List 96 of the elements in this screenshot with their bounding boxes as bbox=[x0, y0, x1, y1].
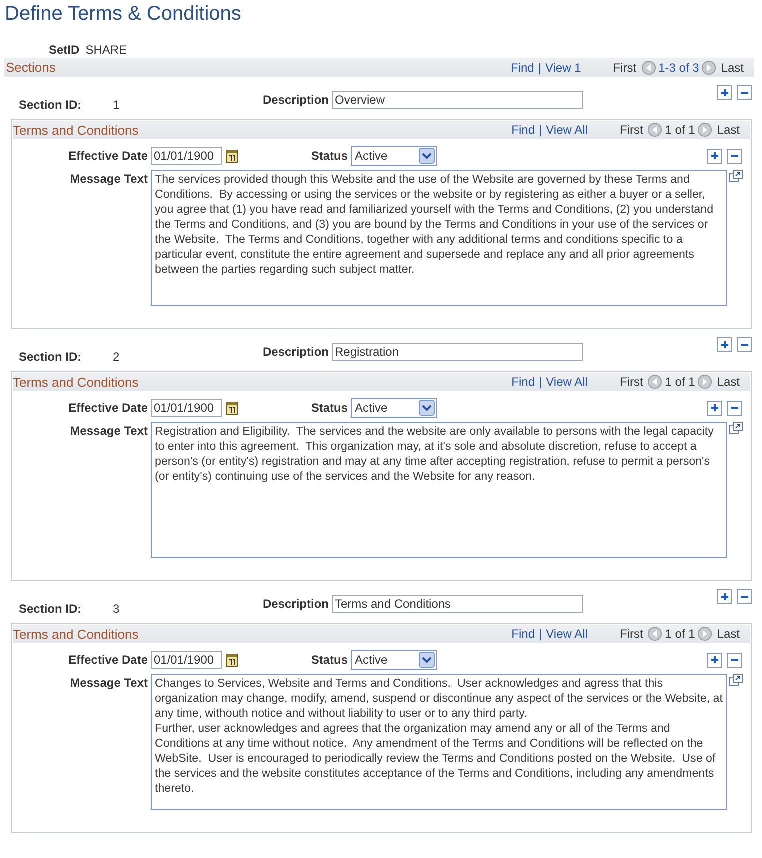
message-text-label: Message Text bbox=[69, 423, 148, 438]
setid-value: SHARE bbox=[86, 43, 128, 57]
message-text-field[interactable]: The services provided though this Website and the use of the Website are governed by these Terms and Conditions. By accessing or using the services or the website or by registering as either a buyer or a seller, you agree that (1) you have read and familiarized yourself with the Terms and Conditions, (2) you understand the Terms and Conditions, and (3) you are bound by the Terms and Conditions in your use of the services or the Website. The Terms and Conditions, together with any additional terms and conditions specific to a particular event, constitute the entire agreement and supersede and replace any and all prior agreements between the parties regarding such subject matter. bbox=[151, 170, 727, 306]
delete-row-button[interactable] bbox=[737, 337, 752, 352]
next-icon[interactable] bbox=[698, 627, 712, 641]
status-label: Status bbox=[310, 149, 348, 163]
message-text-field[interactable]: Registration and Eligibility. The services and the website are only available to persons with the legal capacity to enter into this agreement. This organization may, at it's sole and absolute discretion, refuse to accept a person's (or entity's) registration and may at any time after accepting registration, refuse to permit a person's (or entity's) continuing use of the services and the Website for any reason. bbox=[151, 422, 727, 558]
range-label: 1 of 1 bbox=[665, 627, 696, 641]
first-label: First bbox=[620, 123, 644, 137]
calendar-icon[interactable] bbox=[226, 653, 238, 667]
range-label: 1 of 1 bbox=[665, 123, 696, 137]
first-label: First bbox=[613, 60, 637, 74]
description-field[interactable]: Terms and Conditions bbox=[332, 595, 583, 613]
dropdown-icon bbox=[419, 148, 435, 164]
plus-icon bbox=[710, 655, 720, 665]
effective-date-label: Effective Date bbox=[68, 653, 148, 667]
first-label: First bbox=[620, 627, 644, 641]
section-id-value: 1 bbox=[113, 98, 121, 112]
dropdown-icon bbox=[419, 652, 435, 668]
delete-row-button[interactable] bbox=[737, 85, 752, 100]
plus-icon bbox=[710, 151, 720, 161]
find-link[interactable]: Find bbox=[512, 375, 536, 389]
find-link[interactable]: Find bbox=[511, 60, 534, 74]
plus-icon bbox=[720, 592, 730, 602]
plus-icon bbox=[720, 340, 730, 350]
section-id-label: Section ID: bbox=[19, 98, 83, 112]
description-label: Description bbox=[262, 345, 329, 359]
section-id-label: Section ID: bbox=[19, 602, 83, 616]
message-text-label: Message Text bbox=[69, 675, 148, 690]
view-all-link[interactable]: View All bbox=[546, 123, 588, 137]
last-label: Last bbox=[721, 60, 744, 74]
previous-icon[interactable] bbox=[648, 123, 662, 137]
expand-icon[interactable] bbox=[729, 674, 743, 686]
next-icon[interactable] bbox=[702, 60, 716, 74]
plus-icon bbox=[720, 88, 730, 98]
status-dropdown[interactable]: Active bbox=[351, 398, 437, 418]
last-label: Last bbox=[717, 123, 740, 137]
delete-row-button[interactable] bbox=[727, 652, 742, 668]
first-label: First bbox=[620, 375, 644, 389]
add-row-button[interactable] bbox=[707, 148, 722, 164]
next-icon[interactable] bbox=[698, 375, 712, 389]
effective-date-field[interactable]: 01/01/1900 bbox=[151, 399, 222, 417]
status-dropdown[interactable]: Active bbox=[351, 146, 437, 166]
add-row-button[interactable] bbox=[717, 85, 732, 100]
view-link[interactable]: View 1 bbox=[545, 60, 582, 74]
effective-date-field[interactable]: 01/01/1900 bbox=[151, 147, 222, 165]
link-separator: | bbox=[539, 627, 542, 641]
effective-date-label: Effective Date bbox=[68, 149, 148, 163]
status-label: Status bbox=[310, 401, 348, 415]
find-link[interactable]: Find bbox=[512, 123, 536, 137]
effective-date-label: Effective Date bbox=[68, 401, 148, 415]
status-dropdown[interactable]: Active bbox=[351, 650, 437, 670]
page-title: Define Terms & Conditions bbox=[4, 2, 242, 27]
link-separator: | bbox=[538, 60, 542, 74]
message-text-field[interactable]: Changes to Services, Website and Terms and Conditions. User acknowledges and agress that this organization may change, modify, amend, suspend or discontinue any aspect of the services or the Website, at any time, withouth notice and without liability to user or to any third party. Further, user acknowledges and agrees that the organization may amend any or all of the Terms and Conditions at any time without notice. Any amendment of the Terms and Conditions will be reflected on the WebSite. User is encouraged to periodically review the Terms and Conditions posted on the Website. Use of the services and the website constitutes acceptance of the Terms and Conditions, including any amendments thereto. bbox=[151, 674, 727, 810]
status-label: Status bbox=[310, 653, 348, 667]
dropdown-icon bbox=[419, 400, 435, 416]
terms-title: Terms and Conditions bbox=[13, 122, 139, 138]
calendar-icon[interactable] bbox=[226, 149, 238, 163]
add-row-button[interactable] bbox=[707, 400, 722, 416]
delete-row-button[interactable] bbox=[727, 148, 742, 164]
section-id-value: 2 bbox=[113, 350, 121, 364]
plus-icon bbox=[710, 403, 720, 413]
link-separator: | bbox=[539, 123, 542, 137]
section-id-label: Section ID: bbox=[19, 350, 83, 364]
previous-icon[interactable] bbox=[642, 60, 656, 74]
range-link[interactable]: 1-3 of 3 bbox=[658, 60, 700, 74]
description-label: Description bbox=[262, 93, 329, 107]
previous-icon[interactable] bbox=[648, 627, 662, 641]
description-label: Description bbox=[262, 597, 329, 611]
description-field[interactable]: Registration bbox=[332, 343, 583, 361]
delete-row-button[interactable] bbox=[737, 589, 752, 604]
view-all-link[interactable]: View All bbox=[546, 627, 588, 641]
range-label: 1 of 1 bbox=[665, 375, 696, 389]
terms-title: Terms and Conditions bbox=[13, 626, 139, 642]
delete-row-button[interactable] bbox=[727, 400, 742, 416]
last-label: Last bbox=[717, 627, 740, 641]
previous-icon[interactable] bbox=[648, 375, 662, 389]
expand-icon[interactable] bbox=[729, 170, 743, 182]
description-field[interactable]: Overview bbox=[332, 91, 583, 109]
terms-title: Terms and Conditions bbox=[13, 374, 139, 390]
expand-icon[interactable] bbox=[729, 422, 743, 434]
effective-date-field[interactable]: 01/01/1900 bbox=[151, 651, 222, 669]
sections-title: Sections bbox=[6, 60, 56, 75]
message-text-label: Message Text bbox=[69, 171, 148, 186]
find-link[interactable]: Find bbox=[512, 627, 536, 641]
view-all-link[interactable]: View All bbox=[546, 375, 588, 389]
add-row-button[interactable] bbox=[717, 589, 732, 604]
section-id-value: 3 bbox=[113, 602, 121, 616]
last-label: Last bbox=[717, 375, 740, 389]
link-separator: | bbox=[539, 375, 542, 389]
setid-label: SetID bbox=[49, 43, 80, 57]
add-row-button[interactable] bbox=[707, 652, 722, 668]
add-row-button[interactable] bbox=[717, 337, 732, 352]
next-icon[interactable] bbox=[698, 123, 712, 137]
calendar-icon[interactable] bbox=[226, 401, 238, 415]
